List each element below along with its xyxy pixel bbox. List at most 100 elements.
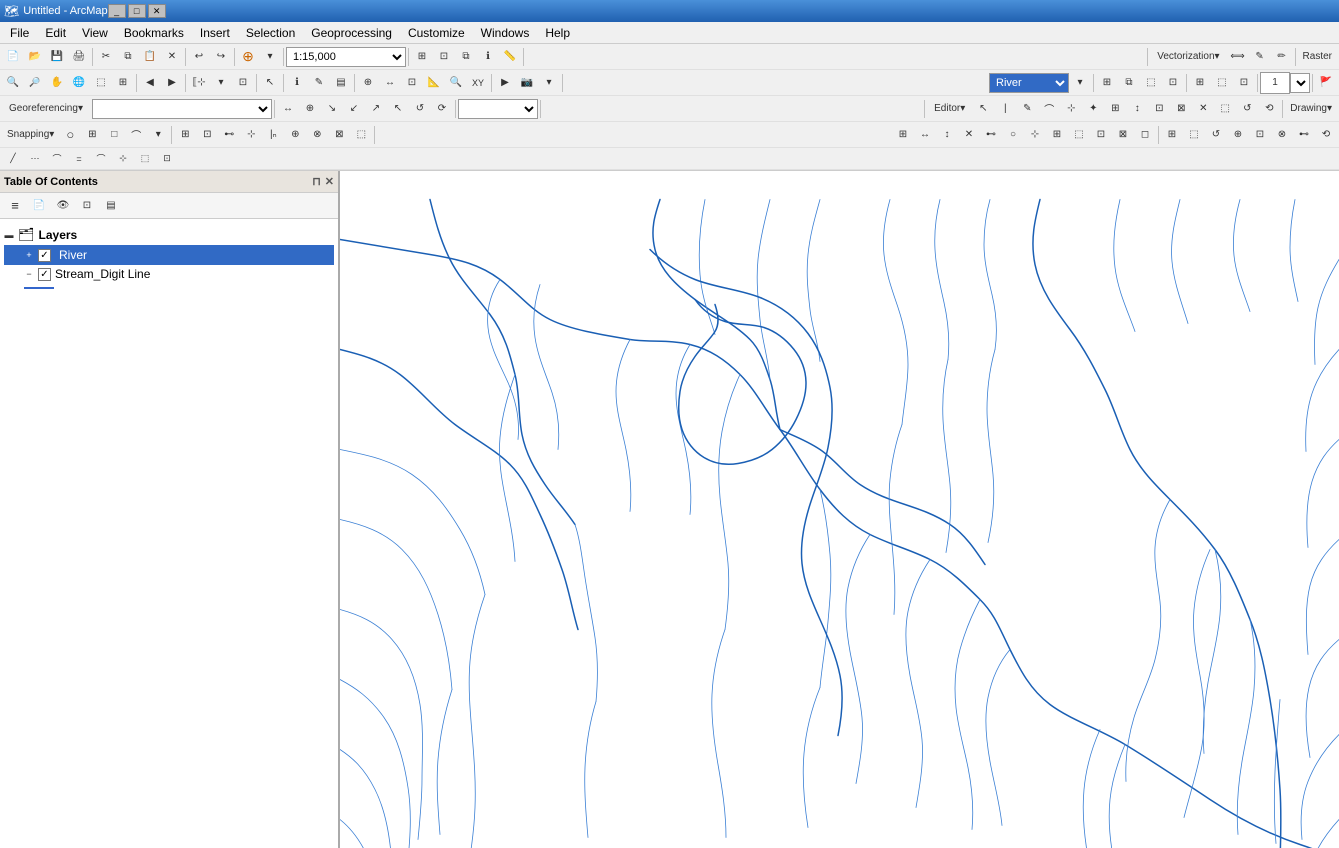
snap-config5[interactable]: ⊡ [1249, 124, 1271, 146]
drawing-dropdown[interactable]: Drawing▾ [1285, 98, 1337, 120]
fixed-zoom-in-btn[interactable]: ⊞ [112, 72, 134, 94]
layers-expand-icon[interactable]: ▬ [4, 230, 14, 240]
zoom-in-btn[interactable]: 🔍 [2, 72, 24, 94]
cut-button[interactable]: ✂ [95, 46, 117, 68]
zoom-pct-input-btn[interactable]: 1 [1260, 72, 1290, 94]
layer-select[interactable]: River [989, 73, 1069, 93]
arrow-btn[interactable]: ↖ [259, 72, 281, 94]
snap-toggle[interactable]: ▾ [147, 124, 169, 146]
clear-select-btn[interactable]: ⊡ [232, 72, 254, 94]
small-tool7[interactable]: ⬚ [134, 148, 156, 170]
measure-btn2[interactable]: 📐 [423, 72, 445, 94]
small-tool4[interactable]: = [68, 148, 90, 170]
menu-help[interactable]: Help [537, 24, 578, 42]
paste-button[interactable]: 📋 [139, 46, 161, 68]
minimize-button[interactable]: _ [108, 4, 126, 18]
tool-d[interactable]: ⊡ [1162, 72, 1184, 94]
find-btn[interactable]: 🔍 [445, 72, 467, 94]
toc-list-by-source[interactable]: 📄 [28, 195, 50, 217]
snap-config4[interactable]: ⊕ [1227, 124, 1249, 146]
photo-btn[interactable]: 📷 [516, 72, 538, 94]
right-snap3[interactable]: ↕ [936, 124, 958, 146]
nav-btn2[interactable]: ↔ [379, 72, 401, 94]
right-snap11[interactable]: ⊠ [1112, 124, 1134, 146]
snap-tool4[interactable]: ⊹ [240, 124, 262, 146]
menu-view[interactable]: View [74, 24, 116, 42]
tool-g[interactable]: ⊡ [1233, 72, 1255, 94]
georef-dropdown[interactable]: Georeferencing▾ [2, 98, 90, 120]
toc-list-by-visibility[interactable]: 👁 [52, 195, 74, 217]
layer-item-river[interactable]: + River [4, 245, 334, 265]
media-btn[interactable]: ▶ [494, 72, 516, 94]
full-extent-btn2[interactable]: ⬚ [90, 72, 112, 94]
fwd-btn[interactable]: ▶ [161, 72, 183, 94]
snap-tool6[interactable]: ⊕ [284, 124, 306, 146]
redo-button[interactable]: ↪ [210, 46, 232, 68]
ed-tool11[interactable]: ✕ [1192, 98, 1214, 120]
scale-dropdown[interactable]: 1:15,000 [286, 47, 406, 67]
georef-tool1[interactable]: ↔ [277, 98, 299, 120]
vectorization-dropdown[interactable]: Vectorization▾ [1150, 46, 1226, 68]
maximize-button[interactable]: □ [128, 4, 146, 18]
snap-config8[interactable]: ⟲ [1315, 124, 1337, 146]
back-btn[interactable]: ◀ [139, 72, 161, 94]
print-button[interactable]: 🖨 [68, 46, 90, 68]
snap-tool9[interactable]: ⬚ [350, 124, 372, 146]
info-btn[interactable]: ℹ [286, 72, 308, 94]
snap-grid-btn[interactable]: ⊞ [81, 124, 103, 146]
open-button[interactable]: 📂 [24, 46, 46, 68]
georef-layer-select[interactable] [92, 99, 272, 119]
menu-file[interactable]: File [2, 24, 37, 42]
ed-tool3[interactable]: ✎ [1016, 98, 1038, 120]
toc-list-by-drawing-order[interactable]: ≡ [4, 195, 26, 217]
toc-close-button[interactable]: ✕ [325, 175, 334, 188]
right-snap2[interactable]: ↔ [914, 124, 936, 146]
menu-bookmarks[interactable]: Bookmarks [116, 24, 192, 42]
snapping-dropdown[interactable]: Snapping▾ [2, 124, 59, 146]
right-snap12[interactable]: ◻ [1134, 124, 1156, 146]
small-tool1[interactable]: ╱ [2, 148, 24, 170]
add-data-dropdown[interactable]: ▾ [259, 46, 281, 68]
ed-tool1[interactable]: ↖ [972, 98, 994, 120]
flag-btn[interactable]: 🚩 [1315, 72, 1337, 94]
edit-btn2[interactable]: ✎ [308, 72, 330, 94]
right-snap1[interactable]: ⊞ [892, 124, 914, 146]
vect-tool3[interactable]: ✏ [1271, 46, 1293, 68]
right-snap6[interactable]: ○ [1002, 124, 1024, 146]
menu-edit[interactable]: Edit [37, 24, 74, 42]
snap-tool5[interactable]: |ₙ [262, 124, 284, 146]
small-tool3[interactable]: ⌒ [46, 148, 68, 170]
ed-tool4[interactable]: ⌒ [1038, 98, 1060, 120]
identify-btn[interactable]: ℹ [477, 46, 499, 68]
raster-btn[interactable]: Raster [1298, 46, 1337, 68]
snap-config2[interactable]: ⬚ [1183, 124, 1205, 146]
menu-geoprocessing[interactable]: Geoprocessing [303, 24, 400, 42]
georef-tool5[interactable]: ↗ [365, 98, 387, 120]
layers-group-header[interactable]: ▬ 🗂 Layers [4, 225, 334, 245]
right-snap5[interactable]: ⊷ [980, 124, 1002, 146]
small-tool2[interactable]: ⋯ [24, 148, 46, 170]
ed-tool10[interactable]: ⊠ [1170, 98, 1192, 120]
select-dropdown-btn[interactable]: ▾ [210, 72, 232, 94]
snap-tool7[interactable]: ⊗ [306, 124, 328, 146]
tool-e[interactable]: ⊞ [1189, 72, 1211, 94]
snap-config1[interactable]: ⊞ [1161, 124, 1183, 146]
ed-tool8[interactable]: ↕ [1126, 98, 1148, 120]
ed-tool12[interactable]: ⬚ [1214, 98, 1236, 120]
small-tool5[interactable]: ⌒ [90, 148, 112, 170]
toc-list-by-selection[interactable]: ⊡ [76, 195, 98, 217]
add-data-button[interactable]: ⊕ [237, 46, 259, 68]
layers-btn[interactable]: ⧉ [455, 46, 477, 68]
zoom-out-btn[interactable]: 🔎 [24, 72, 46, 94]
menu-insert[interactable]: Insert [192, 24, 238, 42]
tool-a[interactable]: ⊞ [1096, 72, 1118, 94]
toc-options[interactable]: ▤ [100, 195, 122, 217]
copy-button[interactable]: ⧉ [117, 46, 139, 68]
river-expand-icon[interactable]: + [24, 250, 34, 260]
georef-tool6[interactable]: ↖ [387, 98, 409, 120]
ed-tool2[interactable]: | [994, 98, 1016, 120]
ed-tool13[interactable]: ↺ [1236, 98, 1258, 120]
ed-tool9[interactable]: ⊡ [1148, 98, 1170, 120]
ed-tool7[interactable]: ⊞ [1104, 98, 1126, 120]
globe-btn[interactable]: 🌐 [68, 72, 90, 94]
